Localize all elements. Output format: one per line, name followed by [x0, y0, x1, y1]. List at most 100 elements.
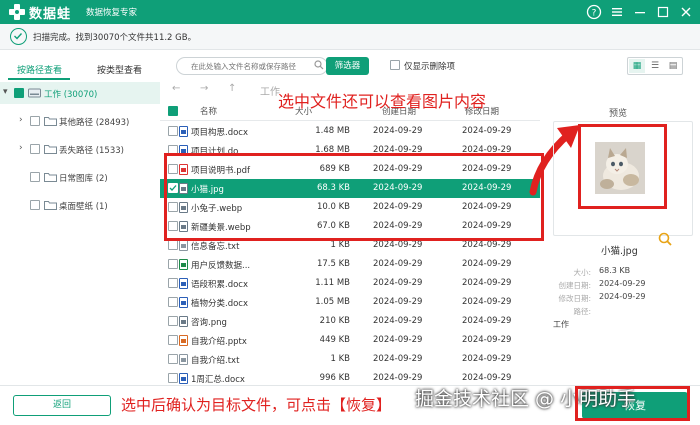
- file-modified: 2024-09-29: [462, 297, 512, 307]
- tree-item-work[interactable]: ▾ 工作 (30070): [0, 82, 160, 104]
- chevron-right-icon[interactable]: ›: [19, 115, 23, 125]
- excel-icon: [179, 259, 188, 270]
- file-modified: 2024-09-29: [462, 126, 512, 136]
- table-row[interactable]: 植物分类.docx 1.05 MB 2024-09-29 2024-09-29: [160, 293, 540, 312]
- file-modified: 2024-09-29: [462, 373, 512, 383]
- file-modified: 2024-09-29: [462, 335, 512, 345]
- tab-by-type[interactable]: 按类型查看: [97, 63, 142, 76]
- file-size: 210 KB: [319, 316, 350, 326]
- row-checkbox[interactable]: [168, 316, 178, 326]
- tree-checkbox[interactable]: [30, 200, 40, 210]
- menu-icon[interactable]: [608, 3, 626, 21]
- preview-card: [553, 121, 693, 246]
- tree-item-label: 工作 (30070): [44, 90, 98, 100]
- row-checkbox[interactable]: [168, 354, 178, 364]
- detail-view-icon[interactable]: ▤: [665, 59, 681, 73]
- maximize-icon[interactable]: [654, 3, 672, 21]
- preview-file-name: 小猫.jpg: [601, 246, 638, 257]
- help-icon[interactable]: ?: [585, 3, 603, 21]
- file-name: 咨询.png: [191, 318, 227, 328]
- search-icon[interactable]: [314, 60, 324, 70]
- file-created: 2024-09-29: [373, 240, 423, 250]
- grid-view-icon[interactable]: ▦: [629, 59, 645, 73]
- preview-path-value: 工作: [553, 320, 569, 329]
- chevron-right-icon[interactable]: ›: [19, 143, 23, 153]
- view-mode-tabs: 按路径查看 按类型查看: [0, 58, 160, 80]
- only-deleted-toggle[interactable]: 仅显示删除项: [390, 60, 455, 72]
- close-icon[interactable]: [677, 3, 695, 21]
- row-checkbox[interactable]: [168, 240, 178, 250]
- file-name: 用户反馈数据...: [191, 261, 251, 271]
- tab-by-path[interactable]: 按路径查看: [17, 63, 62, 76]
- word-icon: [179, 278, 188, 289]
- table-row[interactable]: 自我介绍.pptx 449 KB 2024-09-29 2024-09-29: [160, 331, 540, 350]
- tree-item-label: 日常图库 (2): [59, 174, 108, 184]
- highlight-box-files: [164, 153, 544, 241]
- back-arrow-icon[interactable]: ←: [172, 83, 180, 94]
- table-row[interactable]: 用户反馈数据... 17.5 KB 2024-09-29 2024-09-29: [160, 255, 540, 274]
- tree-checkbox[interactable]: [30, 144, 40, 154]
- file-size: 1.48 MB: [315, 126, 350, 136]
- search-input[interactable]: [176, 57, 328, 75]
- preview-size-label: 大小:: [573, 268, 591, 277]
- file-toolbar: 筛选器 仅显示删除项 ▦ ☰ ▤: [176, 55, 688, 77]
- preview-modified-value: 2024-09-29: [599, 292, 646, 301]
- row-checkbox[interactable]: [168, 297, 178, 307]
- tree-item-label: 其他路径 (28493): [59, 118, 130, 128]
- zoom-icon[interactable]: [658, 232, 672, 246]
- file-created: 2024-09-29: [373, 335, 423, 345]
- app-logo-icon: [9, 4, 25, 20]
- filter-button[interactable]: 筛选器: [326, 57, 369, 75]
- minimize-icon[interactable]: [631, 3, 649, 21]
- tree-item-daily-gallery[interactable]: 日常图库 (2): [0, 166, 160, 188]
- row-checkbox[interactable]: [168, 373, 178, 383]
- current-path: 工作: [260, 87, 280, 98]
- row-checkbox[interactable]: [168, 335, 178, 345]
- column-name[interactable]: 名称: [200, 105, 217, 117]
- word-icon: [179, 297, 188, 308]
- up-arrow-icon[interactable]: ↑: [228, 83, 236, 94]
- table-row[interactable]: 自我介绍.txt 1 KB 2024-09-29 2024-09-29: [160, 350, 540, 369]
- file-name: 信息备忘.txt: [191, 242, 240, 252]
- annotation-top-text: 选中文件还可以查看图片内容: [278, 92, 487, 111]
- app-name: 数据蛙: [29, 7, 72, 22]
- expand-down-icon[interactable]: ▾: [3, 87, 8, 97]
- forward-arrow-icon[interactable]: →: [200, 83, 208, 94]
- file-created: 2024-09-29: [373, 297, 423, 307]
- tree-item-other-paths[interactable]: › 其他路径 (28493): [0, 110, 160, 132]
- row-checkbox[interactable]: [168, 259, 178, 269]
- file-created: 2024-09-29: [373, 373, 423, 383]
- tree-item-label: 丢失路径 (1533): [59, 146, 124, 156]
- table-row[interactable]: 咨询.png 210 KB 2024-09-29 2024-09-29: [160, 312, 540, 331]
- view-switcher: ▦ ☰ ▤: [627, 57, 683, 75]
- file-created: 2024-09-29: [373, 126, 423, 136]
- file-created: 2024-09-29: [373, 259, 423, 269]
- svg-text:?: ?: [592, 9, 597, 19]
- title-bar: 数据蛙 数据恢复专家 ?: [0, 0, 700, 24]
- select-all-checkbox[interactable]: [168, 106, 178, 116]
- tree-checkbox[interactable]: [14, 88, 24, 98]
- word-icon: [179, 373, 188, 384]
- file-size: 996 KB: [319, 373, 350, 383]
- tree-item-desktop-wallpaper[interactable]: 桌面壁纸 (1): [0, 194, 160, 216]
- preview-created-label: 创建日期:: [558, 281, 591, 290]
- table-row[interactable]: 项目构思.docx 1.48 MB 2024-09-29 2024-09-29: [160, 122, 540, 141]
- folder-icon: [44, 145, 57, 154]
- row-checkbox[interactable]: [168, 126, 178, 136]
- file-name: 1周汇总.docx: [191, 375, 245, 385]
- table-row[interactable]: 语段积累.docx 1.11 MB 2024-09-29 2024-09-29: [160, 274, 540, 293]
- drive-icon: [28, 88, 41, 98]
- only-deleted-checkbox[interactable]: [390, 60, 400, 70]
- tree-checkbox[interactable]: [30, 116, 40, 126]
- file-size: 1 KB: [330, 240, 350, 250]
- back-button[interactable]: 返回: [13, 395, 111, 416]
- preview-size-value: 68.3 KB: [599, 266, 631, 275]
- row-checkbox[interactable]: [168, 278, 178, 288]
- list-view-icon[interactable]: ☰: [647, 59, 663, 73]
- file-modified: 2024-09-29: [462, 259, 512, 269]
- tree-checkbox[interactable]: [30, 172, 40, 182]
- ppt-icon: [179, 335, 188, 346]
- folder-icon: [44, 117, 57, 126]
- tree-item-lost-paths[interactable]: › 丢失路径 (1533): [0, 138, 160, 160]
- file-name: 植物分类.docx: [191, 299, 249, 309]
